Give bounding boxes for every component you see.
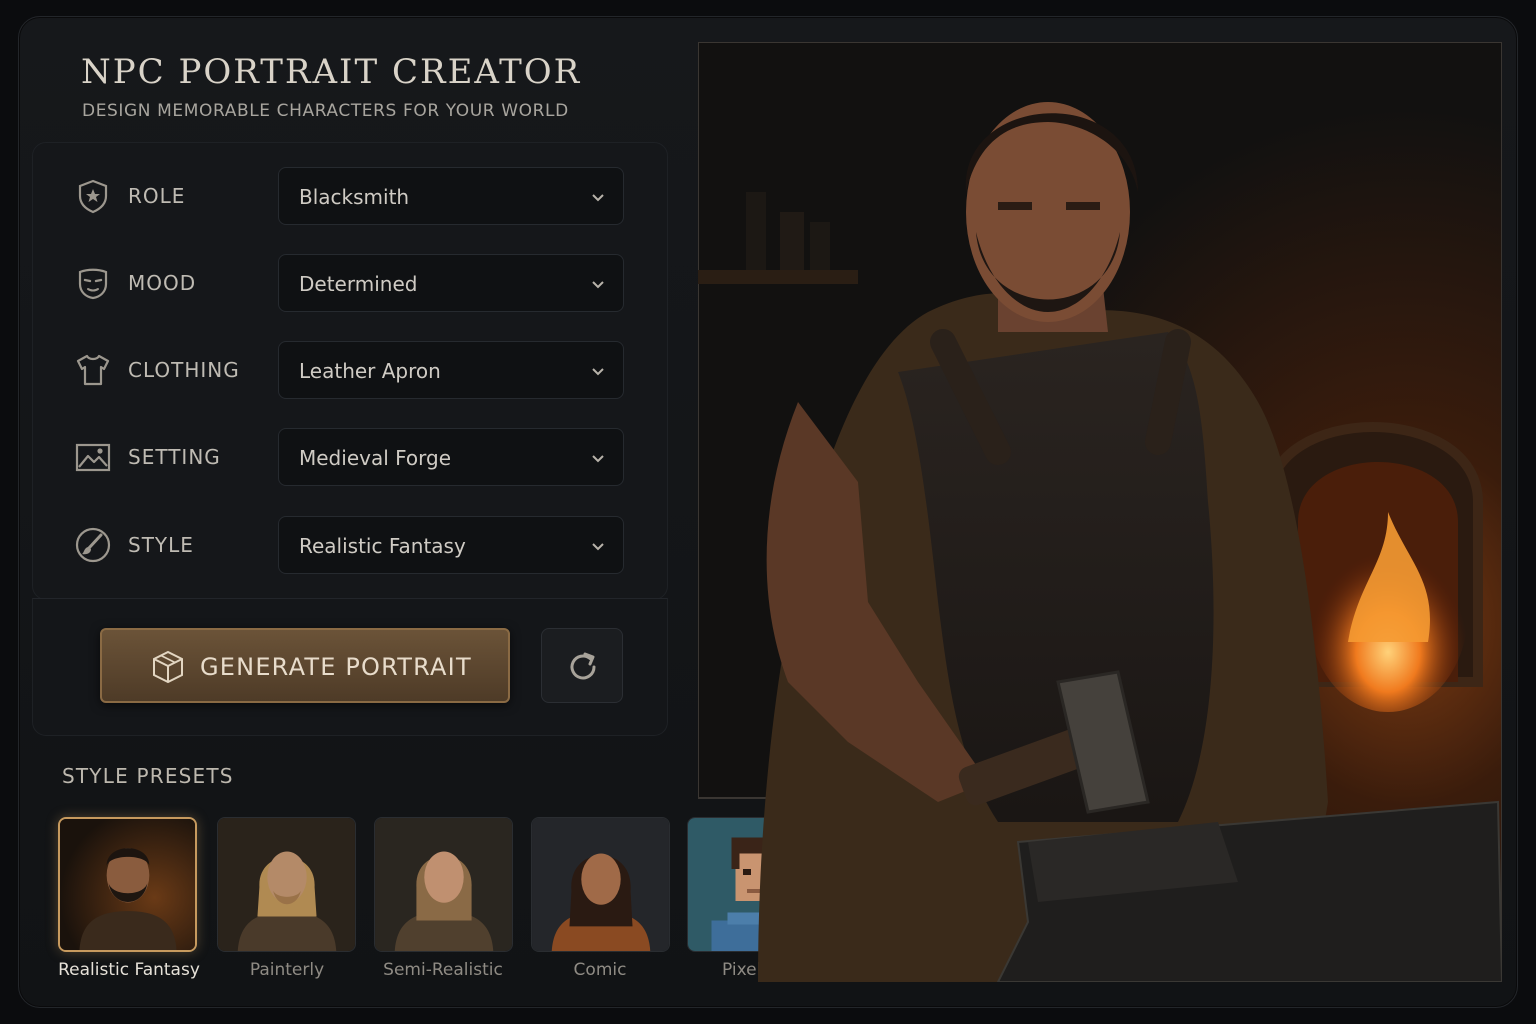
page-subtitle: DESIGN MEMORABLE CHARACTERS FOR YOUR WOR… [82, 101, 569, 121]
preset-thumbnail [532, 818, 669, 951]
shirt-icon [74, 351, 112, 389]
style-presets-title: STYLE PRESETS [62, 764, 234, 788]
field-style: STYLE Realistic Fantasy [74, 516, 634, 574]
cube-icon [150, 649, 186, 685]
clothing-select[interactable]: Leather Apron [278, 341, 624, 399]
style-value: Realistic Fantasy [299, 534, 466, 558]
preset-semi-realistic[interactable] [374, 817, 513, 952]
chevron-down-icon [589, 537, 607, 555]
preset-label-painterly: Painterly [249, 960, 325, 980]
role-label: ROLE [128, 184, 186, 208]
mood-label: MOOD [128, 271, 197, 295]
preset-label-comic: Comic [573, 960, 627, 980]
field-clothing: CLOTHING Leather Apron [74, 341, 634, 399]
preset-label-semi-realistic: Semi-Realistic [383, 960, 503, 980]
mood-select[interactable]: Determined [278, 254, 624, 312]
preset-label-realistic-fantasy: Realistic Fantasy [58, 960, 200, 980]
generate-portrait-label: GENERATE PORTRAIT [200, 653, 472, 681]
landscape-icon [74, 438, 112, 476]
shield-icon [74, 177, 112, 215]
field-mood: MOOD Determined [74, 254, 634, 312]
brush-icon [74, 526, 112, 564]
preset-painterly[interactable] [217, 817, 356, 952]
field-role: ROLE Blacksmith [74, 167, 634, 225]
clothing-label: CLOTHING [128, 358, 240, 382]
role-value: Blacksmith [299, 185, 410, 209]
preset-realistic-fantasy[interactable] [58, 817, 197, 952]
clothing-value: Leather Apron [299, 359, 441, 383]
style-select[interactable]: Realistic Fantasy [278, 516, 624, 574]
setting-value: Medieval Forge [299, 446, 452, 470]
refresh-icon [570, 652, 596, 680]
mask-icon [74, 264, 112, 302]
chevron-down-icon [589, 275, 607, 293]
preset-thumbnail [60, 819, 195, 950]
mood-value: Determined [299, 272, 418, 296]
field-setting: SETTING Medieval Forge [74, 428, 634, 486]
setting-select[interactable]: Medieval Forge [278, 428, 624, 486]
preset-comic[interactable] [531, 817, 670, 952]
chevron-down-icon [589, 362, 607, 380]
chevron-down-icon [589, 188, 607, 206]
blacksmith-portrait-image [698, 42, 1502, 982]
generate-portrait-button[interactable]: GENERATE PORTRAIT [100, 628, 510, 703]
preset-thumbnail [375, 818, 512, 951]
style-label: STYLE [128, 533, 194, 557]
setting-label: SETTING [128, 445, 221, 469]
preset-thumbnail [218, 818, 355, 951]
refresh-button[interactable] [541, 628, 623, 703]
portrait-preview [698, 42, 1502, 982]
role-select[interactable]: Blacksmith [278, 167, 624, 225]
page-title: NPC PORTRAIT CREATOR [81, 52, 582, 92]
chevron-down-icon [589, 449, 607, 467]
